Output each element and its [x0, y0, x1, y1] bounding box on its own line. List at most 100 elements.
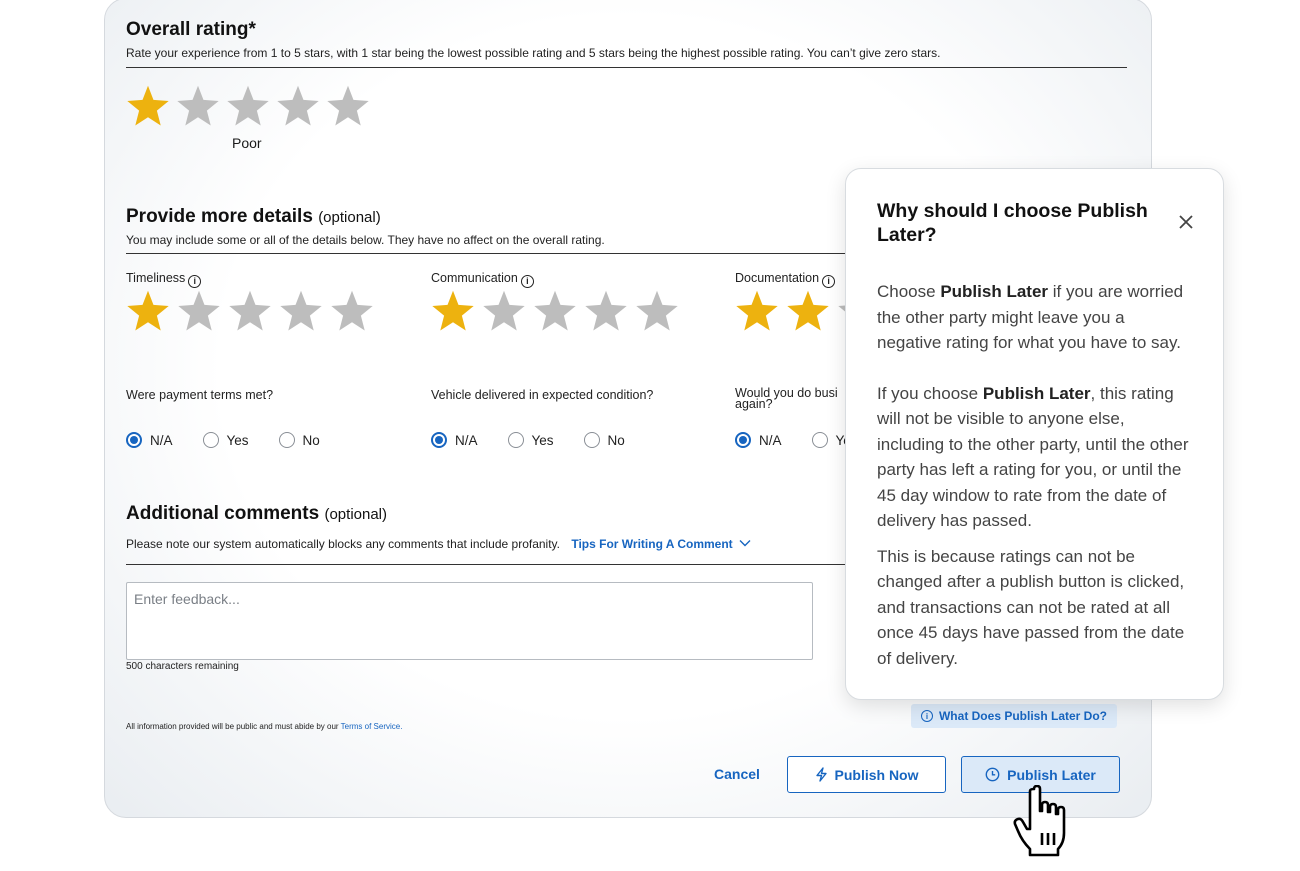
radio-label: N/A [759, 432, 782, 448]
star-empty-icon[interactable] [276, 84, 320, 128]
timeliness-star-rating[interactable] [126, 289, 381, 333]
feedback-textarea[interactable] [126, 582, 813, 660]
divider [126, 253, 886, 254]
radio-button[interactable] [583, 432, 600, 448]
radio-button[interactable] [126, 432, 142, 448]
timeliness-label: Timeliness i [126, 271, 202, 288]
star-filled-icon[interactable] [786, 289, 830, 333]
radio-label: No [302, 432, 320, 448]
details-title-text: Provide more details [126, 206, 313, 227]
rating-label: Poor [232, 135, 262, 151]
popover-paragraph-3: This is because ratings can not be chang… [877, 546, 1185, 668]
info-icon[interactable]: i [822, 274, 836, 288]
radio-option-na[interactable]: N/A [126, 432, 173, 448]
characters-remaining: 500 characters remaining [126, 661, 239, 672]
terms-of-service-link[interactable]: Terms of Service. [341, 722, 403, 731]
radio-option-yes[interactable]: Yes [507, 432, 554, 448]
comments-note: Please note our system automatically blo… [126, 537, 751, 551]
radio-button[interactable] [811, 432, 828, 448]
overall-rating-instructions: Rate your experience from 1 to 5 stars, … [126, 46, 941, 60]
divider [126, 67, 1127, 68]
cancel-button[interactable]: Cancel [701, 756, 773, 792]
star-empty-icon[interactable] [635, 289, 679, 333]
help-link-text: What Does Publish Later Do? [938, 709, 1107, 723]
comments-title-text: Additional comments [126, 503, 320, 524]
popover-bold: Publish Later [982, 383, 1091, 403]
star-empty-icon[interactable] [226, 84, 270, 128]
documentation-label: Documentation i [735, 271, 836, 288]
timeliness-label-text: Timeliness [126, 271, 186, 285]
publish-later-popover: Why should I choose Publish Later? Choos… [845, 168, 1224, 700]
star-filled-icon[interactable] [126, 289, 170, 333]
star-empty-icon[interactable] [177, 289, 221, 333]
info-icon[interactable]: i [520, 274, 534, 288]
radio-label: Yes [531, 432, 554, 448]
star-empty-icon[interactable] [326, 84, 370, 128]
radio-option-no[interactable]: No [583, 432, 625, 448]
clock-icon [985, 767, 1000, 782]
popover-text: , this rating will not be visible to any… [877, 383, 1189, 531]
vehicle-condition-radio-group: N/A Yes No [431, 432, 655, 448]
details-subtitle: You may include some or all of the detai… [126, 233, 605, 247]
details-optional: (optional) [318, 209, 381, 226]
radio-option-yes[interactable]: Yes [202, 432, 249, 448]
documentation-label-text: Documentation [735, 271, 820, 285]
payment-terms-question: Were payment terms met? [126, 388, 274, 402]
info-icon[interactable]: i [188, 274, 202, 288]
publish-now-button[interactable]: Publish Now [787, 756, 946, 793]
overall-rating-title: Overall rating* [126, 19, 256, 40]
overall-star-rating[interactable] [126, 84, 376, 128]
what-does-publish-later-do-button[interactable]: i What Does Publish Later Do? [911, 704, 1117, 728]
popover-title: Why should I choose Publish Later? [877, 200, 1148, 246]
star-filled-icon[interactable] [735, 289, 779, 333]
communication-star-rating[interactable] [431, 289, 686, 333]
comments-optional: (optional) [324, 506, 388, 523]
comments-title: Additional comments (optional) [126, 503, 387, 525]
publish-later-label: Publish Later [1007, 766, 1096, 783]
radio-button[interactable] [507, 432, 524, 448]
popover-text: Choose [877, 282, 941, 301]
radio-button[interactable] [431, 432, 447, 448]
chevron-down-icon [739, 540, 751, 547]
popover-paragraph-1: Choose Publish Later if you are worried … [877, 279, 1193, 356]
radio-option-na[interactable]: N/A [735, 432, 782, 448]
star-empty-icon[interactable] [533, 289, 577, 333]
radio-button[interactable] [278, 432, 295, 448]
star-empty-icon[interactable] [584, 289, 628, 333]
info-icon: i [920, 710, 933, 722]
tips-link[interactable]: Tips For Writing A Comment [571, 537, 751, 551]
popover-paragraph-2: If you choose Publish Later, this rating… [877, 381, 1193, 534]
radio-label: Yes [226, 432, 249, 448]
publish-now-label: Publish Now [834, 766, 919, 783]
star-empty-icon[interactable] [279, 289, 323, 333]
star-empty-icon[interactable] [176, 84, 220, 128]
radio-button[interactable] [202, 432, 219, 448]
radio-option-no[interactable]: No [278, 432, 320, 448]
star-empty-icon[interactable] [330, 289, 374, 333]
star-filled-icon[interactable] [126, 84, 170, 128]
radio-option-na[interactable]: N/A [431, 432, 478, 448]
divider [126, 564, 846, 565]
close-icon[interactable] [1177, 213, 1195, 231]
business-again-line2: again? [735, 397, 773, 411]
radio-label: N/A [455, 432, 478, 448]
communication-label-text: Communication [431, 271, 518, 285]
hand-cursor-icon [1013, 785, 1066, 857]
comments-note-text: Please note our system automatically blo… [126, 537, 560, 551]
disclaimer: All information provided will be public … [126, 722, 402, 731]
vehicle-condition-question: Vehicle delivered in expected condition? [431, 388, 654, 402]
lightning-icon [815, 767, 827, 782]
details-title: Provide more details (optional) [126, 206, 381, 228]
star-filled-icon[interactable] [431, 289, 475, 333]
disclaimer-text: All information provided will be public … [126, 722, 339, 731]
popover-bold: Publish Later [940, 282, 1049, 301]
star-empty-icon[interactable] [482, 289, 526, 333]
radio-label: No [607, 432, 625, 448]
business-again-question: Would you do busi again? [735, 387, 838, 411]
star-empty-icon[interactable] [228, 289, 272, 333]
radio-button[interactable] [735, 432, 751, 448]
popover-text: If you choose [877, 383, 983, 403]
tips-link-text: Tips For Writing A Comment [571, 537, 733, 551]
communication-label: Communication i [431, 271, 534, 288]
radio-label: N/A [150, 432, 173, 448]
